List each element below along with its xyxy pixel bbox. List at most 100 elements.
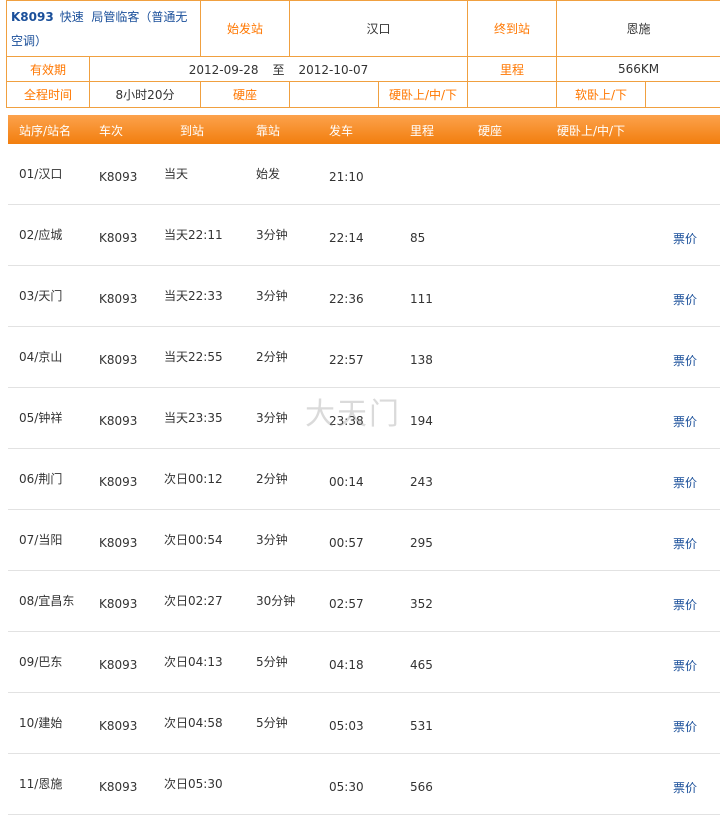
end-station-value: 恩施	[556, 0, 720, 57]
train-number-cell: K8093	[99, 353, 138, 367]
depart-time: 00:57	[329, 536, 364, 550]
header-distance: 里程	[410, 124, 435, 138]
schedule-header: 站序/站名 车次 到站 靠站 发车 里程 硬座 硬卧上/中/下	[8, 115, 720, 144]
hard-seat-value	[289, 81, 379, 108]
header-arrive: 到站	[180, 124, 205, 138]
header-train: 车次	[99, 124, 124, 138]
stop-duration: 始发	[256, 167, 281, 181]
ticket-price-link[interactable]: 票价	[673, 718, 697, 735]
ticket-price-link[interactable]: 票价	[673, 352, 697, 369]
train-number-cell: K8093	[99, 719, 138, 733]
schedule-rows: 01/汉口 K8093 当天 始发 21:10 02/应城 K8093 当天22:11 3分钟 2…	[8, 144, 720, 815]
duration-value: 8小时20分	[89, 81, 201, 108]
depart-time: 22:14	[329, 231, 364, 245]
train-number-cell: K8093	[99, 414, 138, 428]
station-name: 01/汉口	[19, 167, 63, 181]
train-number-cell: K8093	[99, 475, 138, 489]
stop-duration: 2分钟	[256, 472, 288, 486]
arrive-time: 次日00:54	[164, 533, 223, 547]
stop-duration: 5分钟	[256, 716, 288, 730]
train-title: K8093 快速 局管临客（普通无空调）	[6, 0, 201, 57]
table-row: 07/当阳 K8093 次日00:54 3分钟 00:57 295 票价	[8, 510, 720, 571]
header-stop: 靠站	[256, 124, 281, 138]
ticket-price-link[interactable]: 票价	[673, 230, 697, 247]
ticket-price-link[interactable]: 票价	[673, 291, 697, 308]
distance-value: 566KM	[556, 56, 720, 82]
ticket-price-link[interactable]: 票价	[673, 657, 697, 674]
depart-time: 22:57	[329, 353, 364, 367]
arrive-time: 当天23:35	[164, 411, 223, 425]
depart-time: 00:14	[329, 475, 364, 489]
station-name: 10/建始	[19, 716, 63, 730]
stop-duration: 5分钟	[256, 655, 288, 669]
distance-cell: 531	[410, 719, 433, 733]
train-type: 快速	[59, 10, 84, 24]
train-number-cell: K8093	[99, 536, 138, 550]
stop-duration: 3分钟	[256, 411, 288, 425]
depart-time: 02:57	[329, 597, 364, 611]
station-name: 03/天门	[19, 289, 63, 303]
end-station-label: 终到站	[467, 0, 558, 57]
soft-sleeper-label: 软卧上/下	[556, 81, 647, 108]
schedule-table: 站序/站名 车次 到站 靠站 发车 里程 硬座 硬卧上/中/下 01/汉口 K80…	[8, 115, 720, 815]
depart-time: 23:38	[329, 414, 364, 428]
table-row: 10/建始 K8093 次日04:58 5分钟 05:03 531 票价	[8, 693, 720, 754]
distance-cell: 194	[410, 414, 433, 428]
hard-seat-label: 硬座	[200, 81, 290, 108]
table-row: 08/宜昌东 K8093 次日02:27 30分钟 02:57 352 票价	[8, 571, 720, 632]
distance-cell: 111	[410, 292, 433, 306]
distance-cell: 295	[410, 536, 433, 550]
table-row: 06/荆门 K8093 次日00:12 2分钟 00:14 243 票价	[8, 449, 720, 510]
distance-cell: 352	[410, 597, 433, 611]
arrive-time: 次日05:30	[164, 777, 223, 791]
arrive-time: 当天	[164, 167, 189, 181]
stop-duration: 3分钟	[256, 228, 288, 242]
station-name: 11/恩施	[19, 777, 63, 791]
start-station-label: 始发站	[200, 0, 290, 57]
arrive-time: 当天22:55	[164, 350, 223, 364]
hard-sleeper-value	[467, 81, 558, 108]
hard-sleeper-label: 硬卧上/中/下	[377, 81, 469, 108]
valid-from: 2012-09-28	[188, 62, 259, 77]
station-name: 09/巴东	[19, 655, 63, 669]
station-name: 05/钟祥	[19, 411, 63, 425]
duration-label: 全程时间	[6, 81, 90, 108]
distance-cell: 243	[410, 475, 433, 489]
distance-label: 里程	[467, 56, 558, 82]
stop-duration: 3分钟	[256, 533, 288, 547]
header-depart: 发车	[329, 124, 354, 138]
depart-time: 04:18	[329, 658, 364, 672]
arrive-time: 当天22:11	[164, 228, 223, 242]
station-name: 04/京山	[19, 350, 63, 364]
ticket-price-link[interactable]: 票价	[673, 413, 697, 430]
ticket-price-link[interactable]: 票价	[673, 596, 697, 613]
train-number-cell: K8093	[99, 231, 138, 245]
train-number-cell: K8093	[99, 170, 138, 184]
table-row: 11/恩施 K8093 次日05:30 05:30 566 票价	[8, 754, 720, 815]
start-station-value: 汉口	[288, 0, 469, 57]
distance-cell: 85	[410, 231, 426, 245]
table-row: 09/巴东 K8093 次日04:13 5分钟 04:18 465 票价	[8, 632, 720, 693]
table-row: 02/应城 K8093 当天22:11 3分钟 22:14 85 票价	[8, 205, 720, 266]
station-name: 07/当阳	[19, 533, 63, 547]
valid-separator: 至	[272, 62, 285, 77]
ticket-price-link[interactable]: 票价	[673, 535, 697, 552]
depart-time: 05:30	[329, 780, 364, 794]
ticket-price-link[interactable]: 票价	[673, 779, 697, 796]
valid-to: 2012-10-07	[298, 62, 369, 77]
distance-cell: 566	[410, 780, 433, 794]
table-row: 01/汉口 K8093 当天 始发 21:10	[8, 144, 720, 205]
station-name: 06/荆门	[19, 472, 63, 486]
stop-duration: 3分钟	[256, 289, 288, 303]
arrive-time: 次日02:27	[164, 594, 223, 608]
distance-cell: 138	[410, 353, 433, 367]
ticket-price-link[interactable]: 票价	[673, 474, 697, 491]
train-number-cell: K8093	[99, 658, 138, 672]
validity-label: 有效期	[6, 56, 90, 82]
arrive-time: 当天22:33	[164, 289, 223, 303]
header-hard-seat: 硬座	[478, 124, 503, 138]
stop-duration: 2分钟	[256, 350, 288, 364]
station-name: 02/应城	[19, 228, 63, 242]
train-number-cell: K8093	[99, 292, 138, 306]
arrive-time: 次日04:13	[164, 655, 223, 669]
